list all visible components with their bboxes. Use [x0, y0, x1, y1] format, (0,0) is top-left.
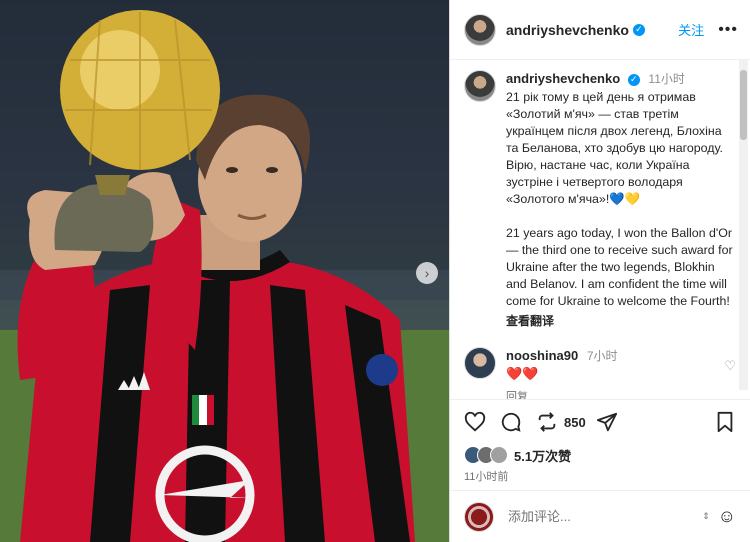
comment-composer: ⇕ ☺ — [450, 490, 750, 542]
author-avatar[interactable] — [464, 13, 496, 46]
verified-icon: ✓ — [627, 73, 640, 86]
reply-button[interactable]: 回复 — [506, 388, 736, 399]
instagram-post: › andriyshevchenko ✓ 关注 ••• andriyshevch… — [0, 0, 750, 542]
caption-text: 21 рік тому в цей день я отримав «Золоти… — [506, 90, 733, 308]
comment-icon[interactable] — [500, 411, 522, 433]
verified-icon: ✓ — [632, 23, 645, 36]
likes-count[interactable]: 5.1万次赞 — [514, 446, 571, 465]
commenter-username[interactable]: nooshina90 — [506, 348, 578, 363]
caption-avatar[interactable] — [464, 70, 496, 102]
chevron-right-icon: › — [424, 265, 430, 281]
player-with-trophy-illustration — [0, 0, 449, 542]
post-photo[interactable]: › — [0, 0, 449, 542]
more-options-icon[interactable]: ••• — [718, 21, 738, 39]
repost-icon[interactable] — [536, 411, 558, 433]
author-username[interactable]: andriyshevchenko — [506, 22, 629, 38]
post-timestamp[interactable]: 11小时前 — [450, 466, 750, 484]
emoji-icon[interactable]: ☺ — [718, 506, 736, 527]
bookmark-icon[interactable] — [714, 411, 736, 433]
caption: andriyshevchenko ✓ 11小时 21 рік тому в це… — [464, 70, 736, 329]
comment-body: nooshina90 7小时 ❤️❤️ 回复 — [506, 347, 736, 399]
comment-item: nooshina90 7小时 ❤️❤️ 回复 — [464, 347, 736, 399]
repost-count: 850 — [564, 414, 586, 430]
caption-body: andriyshevchenko ✓ 11小时 21 рік тому в це… — [506, 70, 736, 329]
scrollbar-thumb[interactable] — [740, 70, 747, 140]
see-translation-button[interactable]: 查看翻译 — [506, 312, 736, 329]
commenter-avatar[interactable] — [464, 347, 496, 379]
caption-time[interactable]: 11小时 — [648, 72, 684, 86]
caption-username[interactable]: andriyshevchenko — [506, 71, 620, 86]
post-header: andriyshevchenko ✓ 关注 ••• — [450, 0, 750, 60]
comment-like-heart-icon[interactable]: ♡ — [724, 358, 736, 374]
liker-avatar[interactable] — [490, 446, 508, 464]
share-icon[interactable] — [596, 411, 618, 433]
caption-header: andriyshevchenko ✓ 11小时 — [506, 70, 736, 87]
comment-input[interactable] — [506, 508, 680, 525]
next-image-button[interactable]: › — [416, 262, 438, 284]
follow-button[interactable]: 关注 — [678, 20, 704, 39]
heart-icon[interactable] — [464, 411, 486, 433]
likes-row: 5.1万次赞 — [450, 444, 750, 466]
comment-text: ❤️❤️ — [506, 366, 539, 381]
action-bar: 850 — [450, 400, 750, 444]
comments-scrollbar[interactable] — [739, 60, 748, 390]
comments-section[interactable]: andriyshevchenko ✓ 11小时 21 рік тому в це… — [450, 60, 750, 400]
post-side-panel: andriyshevchenko ✓ 关注 ••• andriyshevchen… — [449, 0, 750, 542]
resize-handle-icon[interactable]: ⇕ — [702, 511, 710, 522]
current-user-avatar — [464, 501, 494, 532]
comment-time[interactable]: 7小时 — [587, 349, 618, 363]
